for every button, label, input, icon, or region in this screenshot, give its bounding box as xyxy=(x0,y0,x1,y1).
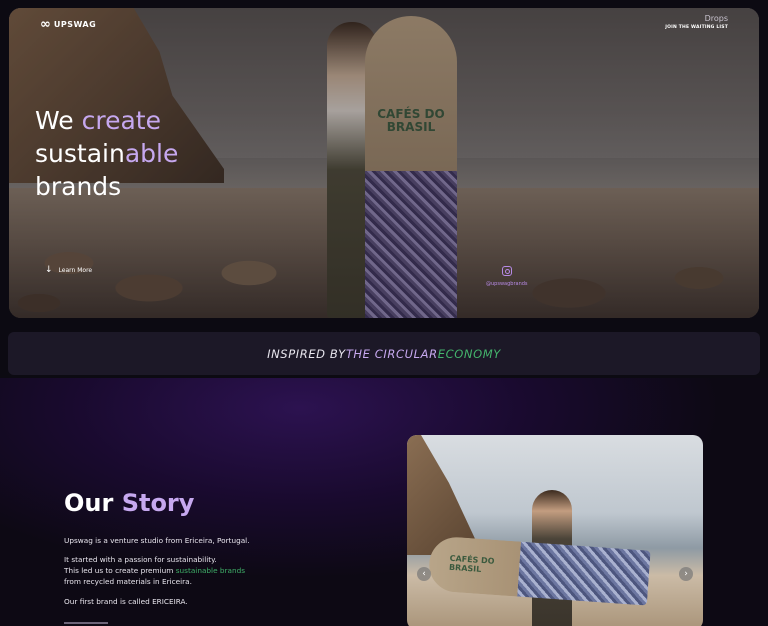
top-nav: Drops JOIN THE WAITING LIST xyxy=(665,14,728,30)
story-paragraph-3: Our first brand is called ERICEIRA. xyxy=(64,597,188,606)
story-paragraph-1: Upswag is a venture studio from Ericeira… xyxy=(64,536,250,545)
hero-headline: We create sustainable brands xyxy=(35,106,179,201)
chevron-left-icon: ‹ xyxy=(422,569,426,579)
infinity-icon: ∞ xyxy=(40,17,51,32)
story-photo-carousel: CAFÉS DO BRASIL ‹ › xyxy=(407,435,703,626)
learn-more-button[interactable]: ↓ Learn More xyxy=(45,265,92,275)
story-paragraph-2: It started with a passion for sustainabi… xyxy=(64,555,246,586)
story-footer-line xyxy=(64,622,108,624)
instagram-link[interactable]: @upswagbrands xyxy=(486,266,528,287)
chevron-right-icon: › xyxy=(684,569,688,579)
instagram-handle: @upswagbrands xyxy=(486,281,528,287)
carousel-next-button[interactable]: › xyxy=(679,567,693,581)
logo-text: UPSWAG xyxy=(53,20,97,29)
photo-surfboard: CAFÉS DO BRASIL xyxy=(427,535,651,606)
logo[interactable]: ∞ UPSWAG xyxy=(40,17,96,32)
story-title: Our Story xyxy=(64,489,195,517)
learn-more-label: Learn More xyxy=(58,266,93,274)
nav-waiting-list-link[interactable]: JOIN THE WAITING LIST xyxy=(665,25,728,30)
carousel-prev-button[interactable]: ‹ xyxy=(417,567,431,581)
nav-drops-link[interactable]: Drops xyxy=(665,14,728,23)
arrow-down-icon: ↓ xyxy=(45,265,53,275)
instagram-icon xyxy=(501,266,512,276)
circular-economy-banner: INSPIRED BY THE CIRCULAR ECONOMY xyxy=(8,332,760,375)
